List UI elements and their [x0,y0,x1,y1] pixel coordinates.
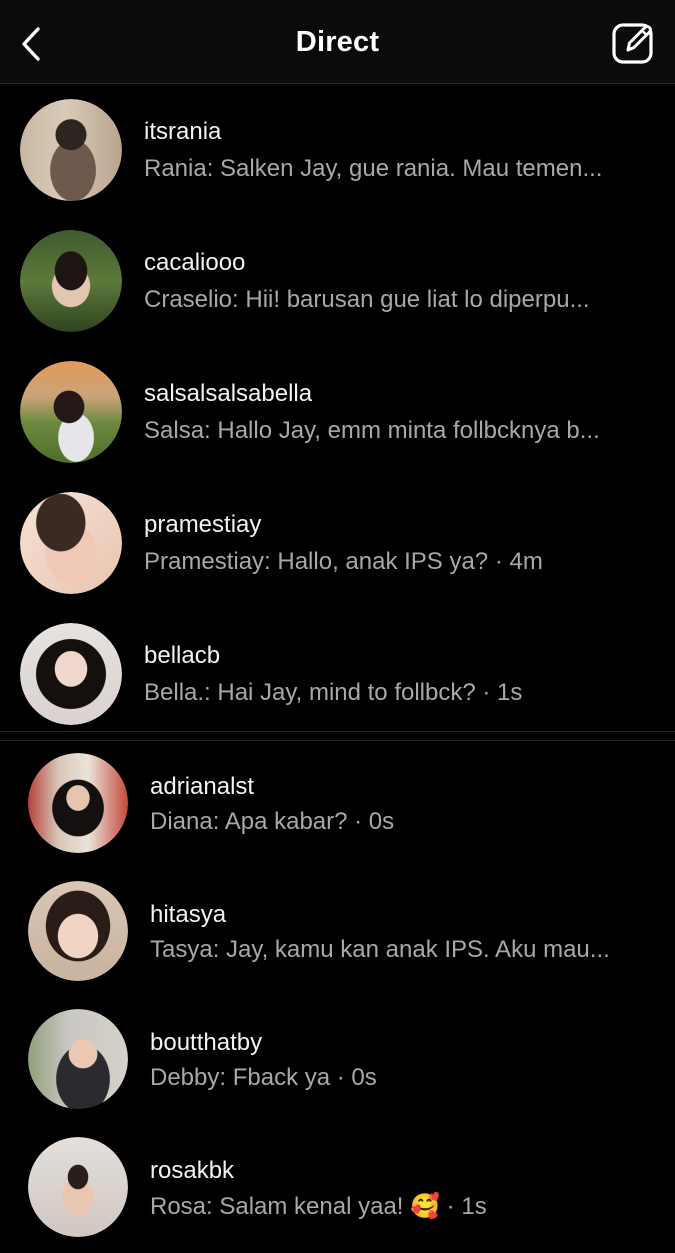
thread-row[interactable]: hitasya Tasya: Jay, kamu kan anak IPS. A… [0,869,675,997]
avatar [20,492,122,594]
thread-row[interactable]: rosakbk Rosa: Salam kenal yaa! 🥰 · 1s [0,1125,675,1253]
avatar [20,361,122,463]
thread-username: salsalsalsabella [144,380,313,407]
avatar [28,881,128,981]
thread-row[interactable]: adrianalst Diana: Apa kabar? · 0s [0,741,675,869]
thread-row[interactable]: salsalsalsabella Salsa: Hallo Jay, emm m… [0,347,675,478]
thread-username: rosakbk [150,1157,235,1184]
thread-username: cacaliooo [144,249,246,276]
avatar [20,623,122,725]
thread-preview: Rosa: Salam kenal yaa! 🥰 · 1s [150,1193,487,1220]
compose-icon [612,23,653,64]
avatar [28,1009,128,1109]
thread-username: itsrania [144,118,222,145]
thread-username: bellacb [144,642,221,669]
thread-row[interactable]: cacaliooo Craselio: Hii! barusan gue lia… [0,216,675,347]
thread-username: boutthatby [150,1029,263,1056]
thread-preview: Tasya: Jay, kamu kan anak IPS. Aku mau..… [150,936,610,963]
thread-preview: Bella.: Hai Jay, mind to follbck? · 1s [144,679,523,706]
thread-row[interactable]: itsrania Rania: Salken Jay, gue rania. M… [0,85,675,216]
thread-preview: Rania: Salken Jay, gue rania. Mau temen.… [144,155,603,182]
avatar [20,99,122,201]
avatar [28,753,128,853]
thread-preview: Diana: Apa kabar? · 0s [150,808,395,835]
thread-preview: Craselio: Hii! barusan gue liat lo diper… [144,286,590,313]
compose-button[interactable] [611,20,657,66]
thread-preview: Salsa: Hallo Jay, emm minta follbcknya b… [144,417,600,444]
thread-username: hitasya [150,901,227,928]
thread-list: itsrania Rania: Salken Jay, gue rania. M… [0,85,675,1253]
top-bar: Direct [0,0,675,84]
thread-preview: Pramestiay: Hallo, anak IPS ya? · 4m [144,548,543,575]
page-title: Direct [295,26,380,58]
thread-row[interactable]: bellacb Bella.: Hai Jay, mind to follbck… [0,609,675,740]
thread-preview: Debby: Fback ya · 0s [150,1064,377,1091]
avatar [28,1137,128,1237]
thread-username: adrianalst [150,773,255,800]
thread-row[interactable]: boutthatby Debby: Fback ya · 0s [0,997,675,1125]
avatar [20,230,122,332]
thread-row[interactable]: pramestiay Pramestiay: Hallo, anak IPS y… [0,478,675,609]
thread-username: pramestiay [144,511,262,538]
